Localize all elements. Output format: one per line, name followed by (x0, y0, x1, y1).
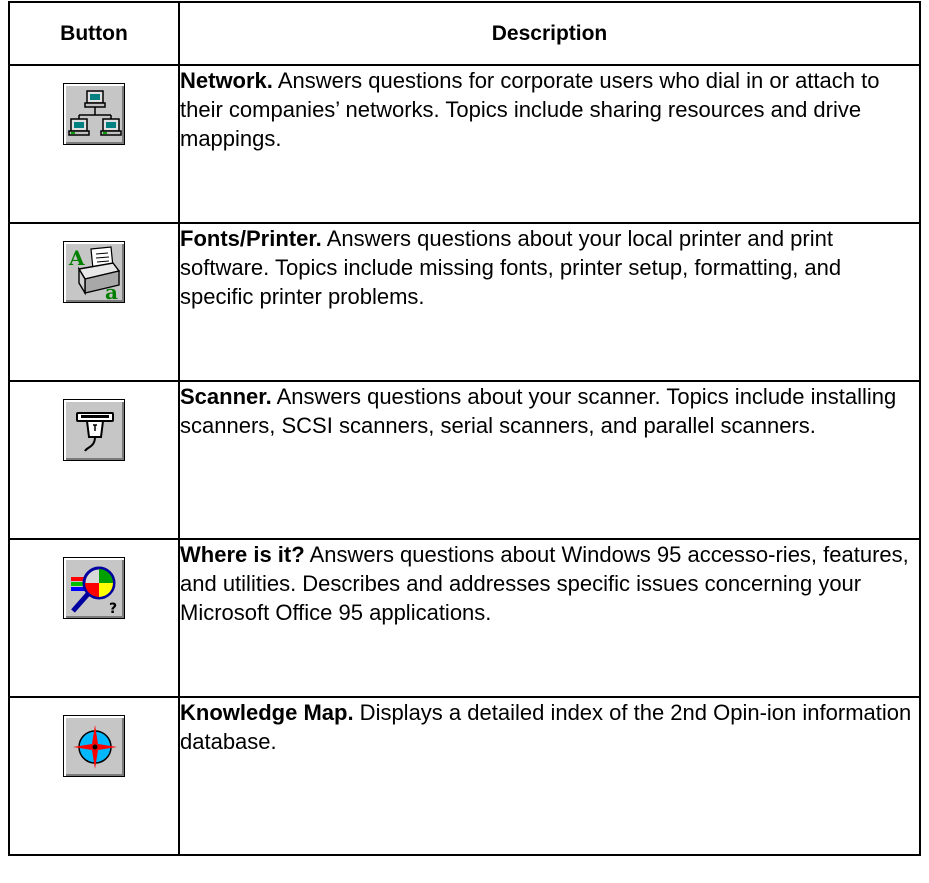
svg-text:?: ? (109, 601, 117, 617)
svg-text:A: A (68, 246, 85, 270)
description-title: Where is it? (180, 542, 305, 567)
svg-text:a: a (105, 280, 118, 301)
button-column-header: Button (8, 1, 180, 66)
description-title: Network. (180, 68, 273, 93)
description-title: Knowledge Map. (180, 700, 354, 725)
description-text: Answers questions about your scanner. To… (180, 384, 897, 438)
table-row: Scanner. Answers questions about your sc… (8, 380, 921, 540)
scanner-icon (76, 412, 114, 452)
table-row: ? Where is it? Answers questions about W… (8, 538, 921, 698)
table-header-row: Button Description (8, 1, 921, 66)
table-row: A a Fonts/Printer. Answers questions abo… (8, 222, 921, 382)
fonts-printer-icon: A a (68, 246, 121, 301)
where-is-it-button[interactable]: ? (63, 557, 125, 619)
button-description-table: Button Description Network. Answers ques… (8, 1, 921, 856)
description-title: Fonts/Printer. (180, 226, 322, 251)
description-cell: Knowledge Map. Displays a detailed index… (178, 696, 921, 856)
button-cell (8, 696, 180, 856)
button-cell: ? (8, 538, 180, 698)
description-cell: Network. Answers questions for corporate… (178, 64, 921, 224)
knowledge-map-icon (73, 725, 117, 769)
table-row: Knowledge Map. Displays a detailed index… (8, 696, 921, 856)
description-cell: Scanner. Answers questions about your sc… (178, 380, 921, 540)
description-title: Scanner. (180, 384, 272, 409)
document-page: Button Description Network. Answers ques… (8, 1, 921, 856)
button-cell (8, 380, 180, 540)
button-cell (8, 64, 180, 224)
table-row: Network. Answers questions for corporate… (8, 64, 921, 224)
description-column-header: Description (178, 1, 921, 66)
fonts-printer-button[interactable]: A a (63, 241, 125, 303)
where-is-it-icon: ? (71, 566, 117, 617)
network-icon (68, 90, 122, 136)
scanner-button[interactable] (63, 399, 125, 461)
network-button[interactable] (63, 83, 125, 145)
description-cell: Fonts/Printer. Answers questions about y… (178, 222, 921, 382)
knowledge-map-button[interactable] (63, 715, 125, 777)
button-cell: A a (8, 222, 180, 382)
description-text: Answers questions for corporate users wh… (180, 68, 880, 151)
description-cell: Where is it? Answers questions about Win… (178, 538, 921, 698)
